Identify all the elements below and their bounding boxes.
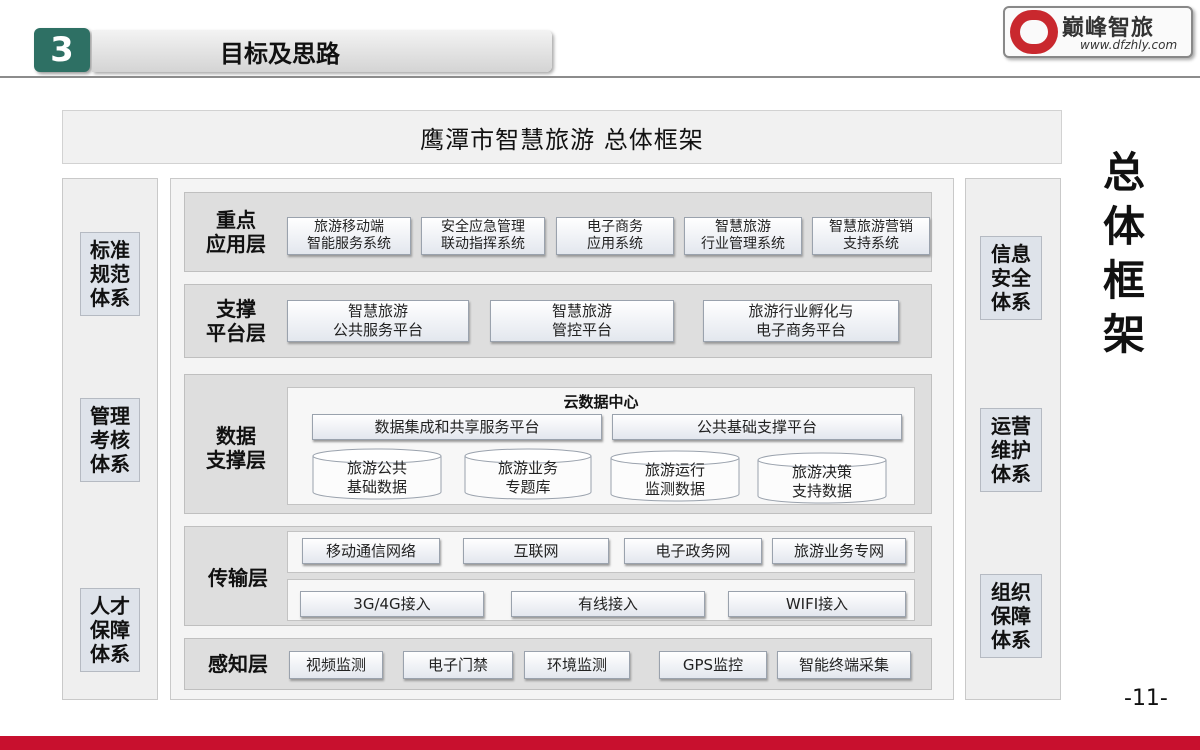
network-mobile: 移动通信网络 (302, 538, 440, 564)
app-marketing-support: 智慧旅游营销 支持系统 (812, 217, 930, 255)
cloud-data-center-title: 云数据中心 (563, 393, 639, 411)
pillar-management: 管理 考核 体系 (80, 398, 140, 482)
section-title: 目标及思路 (220, 40, 340, 68)
app-ecommerce: 电子商务 应用系统 (556, 217, 674, 255)
pillar-talent: 人才 保障 体系 (80, 588, 140, 672)
application-layer-label: 重点 应用层 (206, 208, 266, 256)
app-mobile-service: 旅游移动端 智能服务系统 (287, 217, 411, 255)
network-internet: 互联网 (463, 538, 609, 564)
sensor-access-control: 电子门禁 (403, 651, 513, 679)
side-vertical-title: 总 体 框 架 (1102, 148, 1145, 359)
database-decision-support: 旅游决策 支持数据 (791, 463, 852, 500)
section-number-badge: 3 (34, 28, 90, 72)
pillar-info-security: 信息 安全 体系 (980, 236, 1042, 320)
sensor-environment: 环境监测 (524, 651, 630, 679)
platform-control: 智慧旅游 管控平台 (490, 300, 674, 342)
sensor-video: 视频监测 (289, 651, 383, 679)
access-wired: 有线接入 (511, 591, 705, 617)
diagram-title: 鹰潭市智慧旅游 总体框架 (62, 110, 1062, 164)
public-infrastructure-platform: 公共基础支撑平台 (612, 414, 902, 440)
database-operation-monitoring: 旅游运行 监测数据 (644, 461, 705, 498)
database-business-topic: 旅游业务 专题库 (497, 459, 558, 496)
app-industry-management: 智慧旅游 行业管理系统 (684, 217, 802, 255)
network-tourism-private: 旅游业务专网 (772, 538, 906, 564)
database-public-basic: 旅游公共 基础数据 (346, 459, 407, 496)
data-integration-platform: 数据集成和共享服务平台 (312, 414, 602, 440)
sensor-gps: GPS监控 (659, 651, 767, 679)
pillar-operations: 运营 维护 体系 (980, 408, 1042, 492)
logo-url: www.dfzhly.com (1080, 38, 1178, 52)
logo-mark-inner (1020, 20, 1048, 44)
platform-incubation-ecommerce: 旅游行业孵化与 电子商务平台 (703, 300, 899, 342)
pillar-organization: 组织 保障 体系 (980, 574, 1042, 658)
transport-layer-label: 传输层 (208, 566, 268, 590)
header-divider (0, 76, 1200, 78)
footer-bar (0, 736, 1200, 750)
pillar-standards: 标准 规范 体系 (80, 232, 140, 316)
access-wifi: WIFI接入 (728, 591, 906, 617)
platform-layer-label: 支撑 平台层 (206, 297, 266, 345)
app-emergency-command: 安全应急管理 联动指挥系统 (421, 217, 545, 255)
data-layer-label: 数据 支撑层 (206, 424, 266, 472)
network-e-government: 电子政务网 (624, 538, 762, 564)
sensor-smart-terminal: 智能终端采集 (777, 651, 911, 679)
access-3g-4g: 3G/4G接入 (300, 591, 484, 617)
platform-public-service: 智慧旅游 公共服务平台 (287, 300, 469, 342)
page-number: -11- (1124, 686, 1168, 711)
perception-layer-label: 感知层 (208, 652, 268, 676)
